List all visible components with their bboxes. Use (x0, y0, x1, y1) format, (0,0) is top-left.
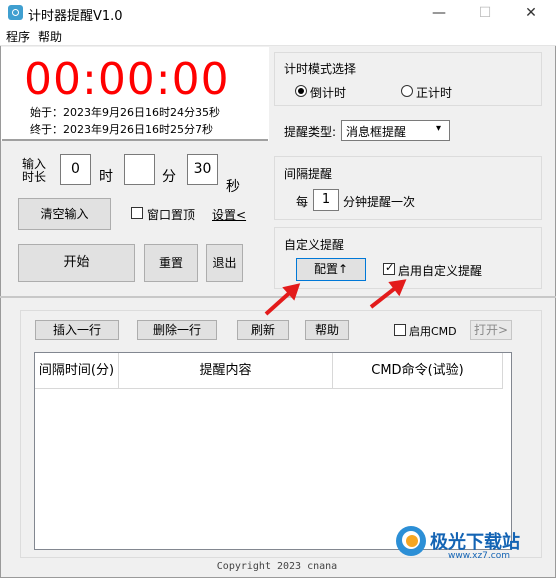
end-time-text: 终于：2023年9月26日16时25分7秒 (30, 123, 213, 136)
countdown-label: 倒计时 (310, 86, 347, 100)
menu-bar: 程序 帮助 (0, 26, 556, 46)
maximize-button[interactable]: ☐ (462, 2, 508, 26)
seconds-input[interactable]: 30 (187, 154, 218, 185)
clear-input-button[interactable]: 清空输入 (18, 198, 111, 230)
copyright-footer: Copyright 2023 cnana (216, 561, 338, 572)
reminder-type-label: 提醒类型: (284, 125, 337, 139)
column-header-interval[interactable]: 间隔时间(分) (35, 353, 119, 389)
custom-title: 自定义提醒 (284, 238, 345, 252)
divider (2, 139, 268, 141)
menu-program[interactable]: 程序 (6, 28, 30, 45)
reminder-type-value: 消息框提醒 (346, 125, 407, 139)
interval-prefix: 每 (296, 195, 309, 209)
minutes-unit: 分 (162, 169, 176, 185)
enable-cmd-checkbox[interactable] (394, 324, 406, 336)
reminder-table[interactable]: 间隔时间(分) 提醒内容 CMD命令(试验) (34, 352, 512, 550)
enable-custom-label: 启用自定义提醒 (398, 264, 483, 278)
minimize-button[interactable]: — (416, 2, 462, 26)
section-divider (0, 296, 556, 298)
help-button[interactable]: 帮助 (305, 320, 349, 340)
mode-title: 计时模式选择 (284, 62, 357, 76)
countdown-radio[interactable] (295, 85, 307, 97)
insert-row-button[interactable]: 插入一行 (35, 320, 119, 340)
input-label: 输入 时长 (22, 158, 46, 184)
config-button[interactable]: 配置↑ (296, 258, 366, 281)
countup-label: 正计时 (416, 86, 453, 100)
topmost-label: 窗口置顶 (147, 208, 196, 222)
watermark-logo-icon (396, 526, 426, 556)
settings-link[interactable]: 设置< (212, 206, 246, 223)
window-title: 计时器提醒V1.0 (28, 9, 123, 24)
refresh-button[interactable]: 刷新 (237, 320, 289, 340)
timer-display: 00:00:00 (24, 54, 230, 105)
app-icon (8, 5, 23, 20)
seconds-unit: 秒 (226, 179, 240, 195)
close-button[interactable]: ✕ (508, 2, 554, 26)
enable-cmd-label: 启用CMD (409, 325, 457, 338)
delete-row-button[interactable]: 删除一行 (137, 320, 217, 340)
start-time-text: 始于：2023年9月26日16时24分35秒 (30, 106, 220, 119)
interval-title: 间隔提醒 (284, 167, 333, 181)
interval-suffix: 分钟提醒一次 (343, 195, 416, 209)
column-header-cmd[interactable]: CMD命令(试验) (333, 353, 503, 389)
column-header-content[interactable]: 提醒内容 (119, 353, 333, 389)
watermark-url: www.xz7.com (448, 551, 510, 561)
enable-custom-checkbox[interactable]: ✓ (383, 261, 395, 275)
start-button[interactable]: 开始 (18, 244, 135, 282)
hours-input[interactable]: 0 (60, 154, 91, 185)
reset-button[interactable]: 重置 (144, 244, 198, 282)
input-label-line2: 时长 (22, 170, 47, 184)
reminder-type-select[interactable]: 消息框提醒 ▾ (341, 120, 450, 141)
topmost-checkbox[interactable] (131, 207, 143, 219)
menu-help[interactable]: 帮助 (38, 28, 62, 45)
interval-input[interactable]: 1 (313, 189, 339, 211)
title-bar: 计时器提醒V1.0 — ☐ ✕ (0, 0, 556, 26)
exit-button[interactable]: 退出 (206, 244, 243, 282)
countup-radio[interactable] (401, 85, 413, 97)
open-button[interactable]: 打开> (470, 320, 512, 340)
chevron-down-icon: ▾ (436, 123, 442, 134)
hours-unit: 时 (99, 169, 113, 185)
minutes-input[interactable] (124, 154, 155, 185)
